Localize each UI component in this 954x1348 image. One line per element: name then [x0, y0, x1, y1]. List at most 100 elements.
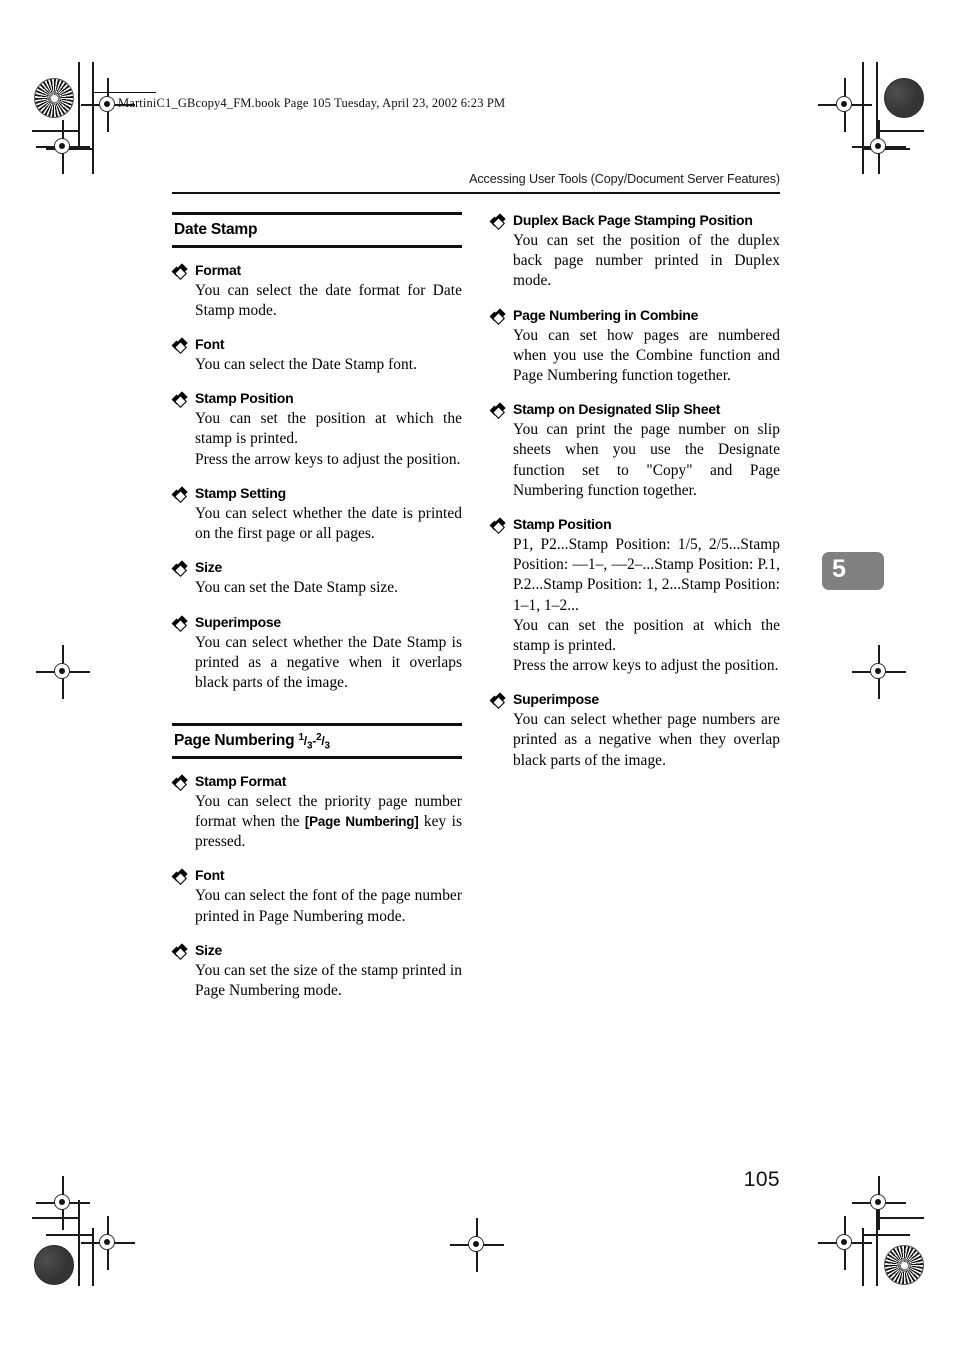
item-title: Stamp Format [195, 772, 287, 789]
item-body: You can set how pages are numbered when … [490, 326, 780, 387]
item-format: Format You can select the date format fo… [171, 261, 462, 321]
diamond-bullet-icon [171, 486, 188, 502]
item-page-numbering-in-combine: Page Numbering in Combine You can set ho… [489, 306, 780, 387]
solid-target-bottom-left [34, 1245, 74, 1285]
item-stamp-on-designated-slip-sheet: Stamp on Designated Slip Sheet You can p… [489, 401, 780, 501]
registration-crosshair-bottom-center [450, 1218, 504, 1272]
running-head: Accessing User Tools (Copy/Document Serv… [469, 172, 780, 186]
item-paragraph: You can set the position of the duplex b… [513, 232, 780, 290]
right-column: Duplex Back Page Stamping Position You c… [489, 212, 780, 786]
diamond-bullet-icon [171, 337, 188, 353]
item-body: You can select whether the Date Stamp is… [172, 633, 462, 694]
item-size: Size You can set the Date Stamp size. [171, 559, 462, 598]
item-body: You can select the font of the page numb… [172, 886, 462, 926]
item-body: You can select the date format for Date … [172, 281, 462, 321]
registration-crosshair-bottom-right-upper [852, 1176, 906, 1230]
section-title: Date Stamp [174, 220, 258, 238]
section-heading-page-numbering: Page Numbering 1/3-2/3 [172, 723, 462, 759]
heading-rule-bottom [172, 756, 462, 759]
item-body: You can select the priority page number … [172, 792, 462, 853]
registration-crosshair-right-upper [852, 120, 906, 174]
section-heading-date-stamp: Date Stamp [172, 212, 462, 248]
item-paragraph: You can select whether page numbers are … [513, 711, 780, 769]
diamond-bullet-icon [171, 773, 188, 790]
left-column: Date Stamp Format You can select the dat… [171, 212, 462, 1016]
item-heading: Duplex Back Page Stamping Position [489, 212, 780, 229]
item-heading: Stamp Setting [171, 484, 462, 502]
item-superimpose: Superimpose You can select whether the D… [171, 613, 462, 694]
diamond-bullet-icon [171, 868, 188, 884]
item-title: Stamp on Designated Slip Sheet [513, 401, 721, 418]
crop-mark-bottom-right-v1 [862, 1228, 864, 1286]
item-paragraph: You can set the position at which the st… [195, 410, 462, 448]
registration-crosshair-bottom-left-inner [81, 1216, 135, 1270]
section-title: Page Numbering 1/3-2/3 [172, 731, 462, 752]
item-title: Font [195, 867, 225, 884]
item-paragraph-positions: P1, P2...Stamp Position: 1/5, 2/5...Stam… [513, 536, 780, 614]
fraction-numerator-2: 2 [316, 731, 322, 743]
heading-rule-top [172, 723, 462, 726]
crop-mark-bottom-right-h2 [862, 1234, 910, 1236]
item-body: You can select whether the date is print… [172, 504, 462, 544]
item-title: Page Numbering in Combine [513, 306, 699, 323]
item-body: You can select whether page numbers are … [490, 710, 780, 771]
item-heading: Stamp on Designated Slip Sheet [489, 401, 780, 418]
fraction-denominator-2: 3 [324, 740, 331, 752]
item-paragraph: You can set the size of the stamp printe… [195, 961, 462, 999]
item-body: P1, P2...Stamp Position: 1/5, 2/5...Stam… [490, 535, 780, 676]
item-paragraph: You can select the font of the page numb… [195, 887, 462, 925]
item-heading: Superimpose [171, 613, 462, 631]
item-heading: Font [171, 335, 462, 353]
item-body: You can set the position of the duplex b… [490, 231, 780, 292]
item-title: Stamp Setting [195, 484, 286, 501]
diamond-bullet-icon [171, 943, 188, 959]
diamond-bullet-icon [171, 262, 188, 279]
item-font-page-numbering: Font You can select the font of the page… [171, 867, 462, 926]
item-title: Superimpose [195, 613, 281, 630]
file-stamp-rule [92, 92, 156, 94]
item-title: Font [195, 335, 225, 352]
section-title-text: Page Numbering [174, 731, 299, 749]
diamond-bullet-icon [489, 517, 506, 533]
diamond-bullet-icon [489, 402, 506, 418]
item-heading: Superimpose [489, 691, 780, 708]
heading-rule-top [172, 212, 462, 215]
item-heading: Stamp Position [171, 390, 462, 407]
item-heading: Size [171, 559, 462, 576]
item-stamp-position-right: Stamp Position P1, P2...Stamp Position: … [489, 516, 780, 676]
diamond-bullet-icon [171, 391, 188, 407]
registration-crosshair-left-center [36, 645, 90, 699]
item-paragraph: You can select the Date Stamp font. [195, 356, 418, 374]
item-paragraph: You can print the page number on slip sh… [513, 421, 780, 499]
item-title: Duplex Back Page Stamping Position [513, 212, 753, 228]
heading-rule-bottom [172, 244, 462, 248]
item-stamp-position: Stamp Position You can set the position … [171, 390, 462, 470]
item-body: You can set the position at which the st… [172, 409, 462, 470]
registration-crosshair-bottom-left-upper [36, 1176, 90, 1230]
diamond-bullet-icon [171, 560, 188, 576]
key-reference-page-numbering: [Page Numbering] [304, 813, 419, 829]
item-size-page-numbering: Size You can set the size of the stamp p… [171, 942, 462, 1001]
chapter-tab-number: 5 [832, 555, 846, 583]
chapter-tab: 5 [822, 552, 884, 590]
item-title: Stamp Position [195, 390, 294, 407]
item-paragraph: You can select the priority page number … [195, 792, 462, 853]
manual-page: MartiniC1_GBcopy4_FM.book Page 105 Tuesd… [0, 0, 954, 1348]
item-title: Superimpose [513, 691, 599, 708]
item-title: Format [195, 261, 241, 278]
item-paragraph: You can select whether the Date Stamp is… [195, 633, 462, 691]
item-superimpose-right: Superimpose You can select whether page … [489, 691, 780, 771]
solid-target-top-right [884, 78, 924, 118]
halftone-target-top-left [34, 78, 74, 118]
crop-mark-bottom-left-h2 [46, 1234, 94, 1236]
diamond-bullet-icon [489, 213, 506, 229]
registration-crosshair-bottom-right-inner [818, 1216, 872, 1270]
item-heading: Stamp Format [171, 772, 462, 790]
item-title: Size [195, 559, 223, 576]
item-heading: Size [171, 942, 462, 959]
item-body: You can print the page number on slip sh… [490, 420, 780, 501]
item-duplex-back-page-stamping-position: Duplex Back Page Stamping Position You c… [489, 212, 780, 292]
item-heading: Format [171, 261, 462, 279]
item-stamp-setting: Stamp Setting You can select whether the… [171, 484, 462, 544]
item-paragraph: You can select the date format for Date … [195, 281, 462, 319]
